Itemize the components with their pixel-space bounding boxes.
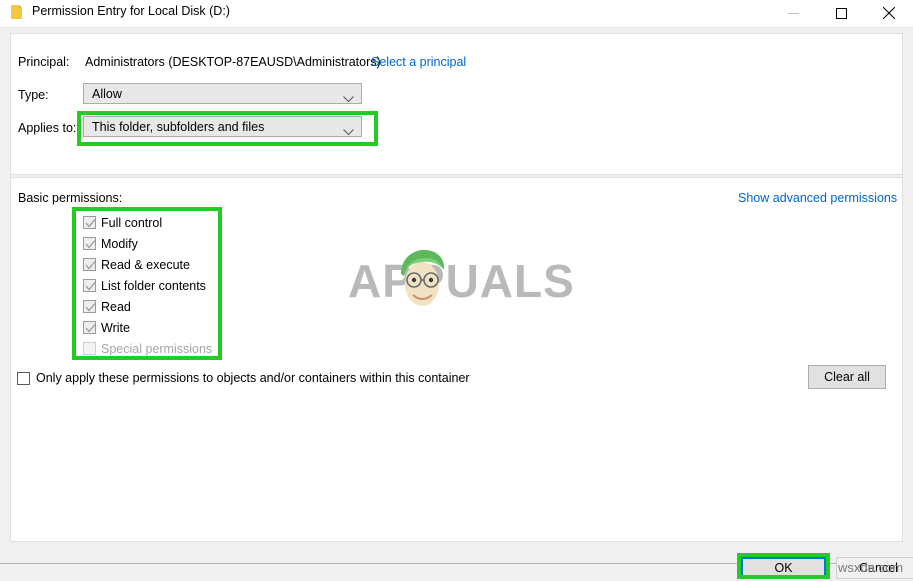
select-principal-link[interactable]: Select a principal xyxy=(371,55,466,69)
title-bar: Permission Entry for Local Disk (D:) xyxy=(0,0,913,28)
type-dropdown-value: Allow xyxy=(92,87,122,101)
permission-entry-dialog: Permission Entry for Local Disk (D:) Pri… xyxy=(0,0,913,581)
window-title: Permission Entry for Local Disk (D:) xyxy=(32,4,230,18)
applies-to-dropdown-value: This folder, subfolders and files xyxy=(92,120,265,134)
permission-label: Read & execute xyxy=(101,257,190,272)
chevron-down-icon xyxy=(343,123,354,141)
permission-row-full-control[interactable]: Full control xyxy=(83,212,212,233)
folder-icon xyxy=(11,5,22,19)
permission-label: Special permissions xyxy=(101,341,213,356)
permission-row-write[interactable]: Write xyxy=(83,317,212,338)
permission-row-read[interactable]: Read xyxy=(83,296,212,317)
permission-label: Modify xyxy=(101,236,138,251)
checkbox-read-execute[interactable] xyxy=(83,258,96,271)
close-icon[interactable] xyxy=(866,0,912,26)
ok-button[interactable]: OK xyxy=(741,557,826,579)
only-apply-checkbox-row[interactable]: Only apply these permissions to objects … xyxy=(17,371,470,385)
maximize-icon[interactable] xyxy=(818,0,864,26)
permission-row-list-folder-contents[interactable]: List folder contents xyxy=(83,275,212,296)
permission-label: Write xyxy=(101,320,130,335)
chevron-down-icon xyxy=(343,90,354,108)
only-apply-label: Only apply these permissions to objects … xyxy=(36,371,470,385)
checkbox-write[interactable] xyxy=(83,321,96,334)
basic-permissions-label: Basic permissions: xyxy=(18,191,123,205)
show-advanced-permissions-link[interactable]: Show advanced permissions xyxy=(738,191,897,205)
permission-row-read-execute[interactable]: Read & execute xyxy=(83,254,212,275)
permission-label: Read xyxy=(101,299,131,314)
checkbox-list-folder-contents[interactable] xyxy=(83,279,96,292)
applies-to-dropdown[interactable]: This folder, subfolders and files xyxy=(83,116,362,137)
type-dropdown[interactable]: Allow xyxy=(83,83,362,104)
permissions-list: Full control Modify Read & execute List … xyxy=(83,212,212,359)
principal-value: Administrators (DESKTOP-87EAUSD\Administ… xyxy=(85,55,381,69)
checkbox-read[interactable] xyxy=(83,300,96,313)
cancel-button[interactable]: Cancel xyxy=(836,557,913,579)
checkbox-special-permissions xyxy=(83,342,96,355)
checkbox-only-apply[interactable] xyxy=(17,371,30,385)
permission-row-special-permissions: Special permissions xyxy=(83,338,212,359)
permission-label: List folder contents xyxy=(101,278,206,293)
permission-label: Full control xyxy=(101,215,163,230)
type-label: Type: xyxy=(18,88,49,102)
clear-all-button[interactable]: Clear all xyxy=(808,365,886,389)
minimize-icon[interactable] xyxy=(770,0,816,26)
principal-label: Principal: xyxy=(18,55,70,69)
applies-to-label: Applies to: xyxy=(18,121,77,135)
checkbox-modify[interactable] xyxy=(83,237,96,250)
checkbox-full-control[interactable] xyxy=(83,216,96,229)
permission-row-modify[interactable]: Modify xyxy=(83,233,212,254)
